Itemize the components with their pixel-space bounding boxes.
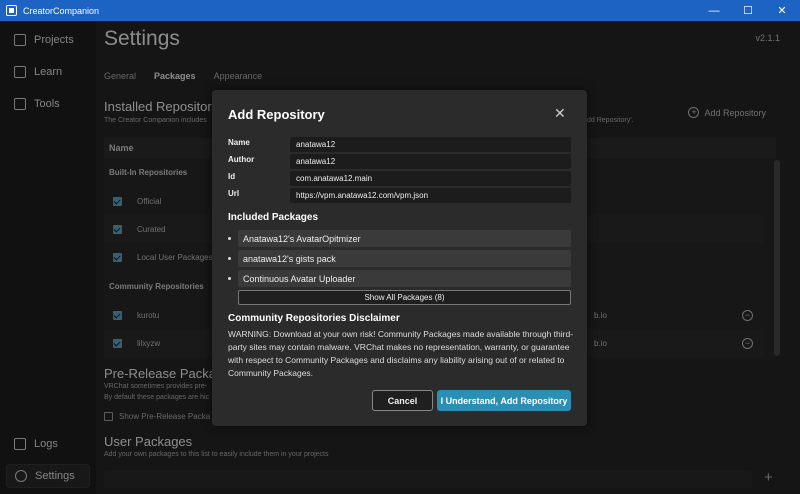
window-title: CreatorCompanion	[23, 5, 100, 16]
close-icon[interactable]: ✕	[554, 105, 566, 122]
name-field[interactable]: anatawa12	[290, 137, 571, 152]
list-item: Anatawa12's AvatarOpitmizer	[228, 230, 571, 247]
minimize-button[interactable]: —	[697, 0, 731, 21]
show-all-packages-button[interactable]: Show All Packages (8)	[238, 290, 571, 305]
url-field[interactable]: https://vpm.anatawa12.com/vpm.json	[290, 188, 571, 203]
add-repository-dialog: Add Repository ✕ Name anatawa12 Author a…	[212, 90, 587, 426]
included-packages-title: Included Packages	[228, 212, 319, 223]
bullet-icon	[228, 277, 231, 280]
title-bar: CreatorCompanion — ☐ ✕	[0, 0, 800, 21]
author-field[interactable]: anatawa12	[290, 154, 571, 169]
package-name: anatawa12's gists pack	[238, 250, 571, 267]
author-label: Author	[228, 155, 255, 164]
add-repository-confirm-button[interactable]: I Understand, Add Repository	[437, 390, 571, 411]
id-label: Id	[228, 172, 236, 181]
list-item: Continuous Avatar Uploader	[228, 270, 571, 287]
list-item: anatawa12's gists pack	[228, 250, 571, 267]
package-name: Anatawa12's AvatarOpitmizer	[238, 230, 571, 247]
id-field[interactable]: com.anatawa12.main	[290, 171, 571, 186]
name-label: Name	[228, 138, 250, 147]
bullet-icon	[228, 257, 231, 260]
maximize-button[interactable]: ☐	[731, 0, 765, 21]
cancel-button[interactable]: Cancel	[372, 390, 433, 411]
close-window-button[interactable]: ✕	[765, 0, 799, 21]
url-label: Url	[228, 189, 240, 198]
disclaimer-title: Community Repositories Disclaimer	[228, 313, 400, 324]
bullet-icon	[228, 237, 231, 240]
app-icon	[6, 5, 17, 16]
package-name: Continuous Avatar Uploader	[238, 270, 571, 287]
dialog-title: Add Repository	[228, 107, 325, 122]
disclaimer-text: WARNING: Download at your own risk! Comm…	[228, 329, 574, 378]
